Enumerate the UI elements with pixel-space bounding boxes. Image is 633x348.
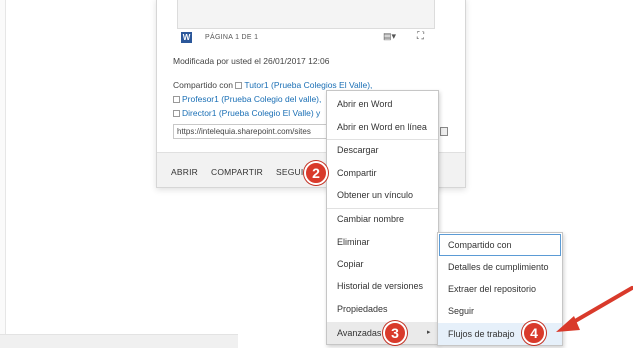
share-button[interactable]: COMPARTIR [211,167,263,177]
step-badge-4: 4 [522,321,546,345]
menu-item-get-link[interactable]: Obtener un vínculo [337,190,413,200]
menu-item-share[interactable]: Compartir [337,168,377,178]
menu-item-rename[interactable]: Cambiar nombre [337,214,404,224]
preview-toolbar: W PÁGINA 1 DE 1 ▤▾ ⛶ [181,31,441,44]
shared-label: Compartido con [173,80,234,90]
menu-separator [327,139,438,140]
copy-icon[interactable] [440,127,448,136]
submenu-arrow-icon: ▸ [427,329,431,336]
pointer-arrow-icon [556,286,633,332]
shared-person-link[interactable]: Director1 (Prueba Colegio El Valle) y [182,108,320,118]
submenu-item-follow[interactable]: Seguir [448,306,474,316]
checkbox-icon [235,82,243,89]
shared-person-link[interactable]: Profesor1 (Prueba Colegio del valle), [182,94,321,104]
step-badge-3: 3 [383,321,407,345]
menu-item-open-in-word-online[interactable]: Abrir en Word en línea [337,122,427,132]
fullscreen-icon[interactable]: ⛶ [417,31,424,42]
screen: W PÁGINA 1 DE 1 ▤▾ ⛶ Modificada por uste… [0,0,633,348]
menu-item-delete[interactable]: Eliminar [337,237,370,247]
submenu-item-compliance-details[interactable]: Detalles de cumplimiento [448,262,549,272]
menu-item-properties[interactable]: Propiedades [337,304,388,314]
document-preview[interactable] [177,0,435,29]
page-menu-icon[interactable]: ▤▾ [383,31,396,42]
menu-item-download[interactable]: Descargar [337,145,379,155]
submenu-item-shared-with[interactable]: Compartido con [448,240,512,250]
modified-info: Modificada por usted el 26/01/2017 12:06 [173,56,330,66]
shared-person-link[interactable]: Tutor1 (Prueba Colegios El Valle), [244,80,372,90]
word-icon: W [181,32,192,43]
submenu-item-workflows[interactable]: Flujos de trabajo [448,329,515,339]
menu-item-open-in-word[interactable]: Abrir en Word [337,99,392,109]
submenu-item-check-out[interactable]: Extraer del repositorio [448,284,536,294]
open-button[interactable]: ABRIR [171,167,198,177]
menu-item-copy[interactable]: Copiar [337,259,364,269]
checkbox-icon [173,96,180,103]
page-indicator: PÁGINA 1 DE 1 [205,34,259,41]
left-panel-edge [0,0,6,348]
menu-separator [327,208,438,209]
context-menu: Abrir en Word Abrir en Word en línea Des… [326,90,439,345]
horizontal-scrollbar[interactable] [0,334,238,348]
step-badge-2: 2 [304,161,328,185]
menu-item-advanced[interactable]: Avanzadas [337,328,381,338]
menu-item-version-history[interactable]: Historial de versiones [337,281,423,291]
checkbox-icon [173,110,180,117]
